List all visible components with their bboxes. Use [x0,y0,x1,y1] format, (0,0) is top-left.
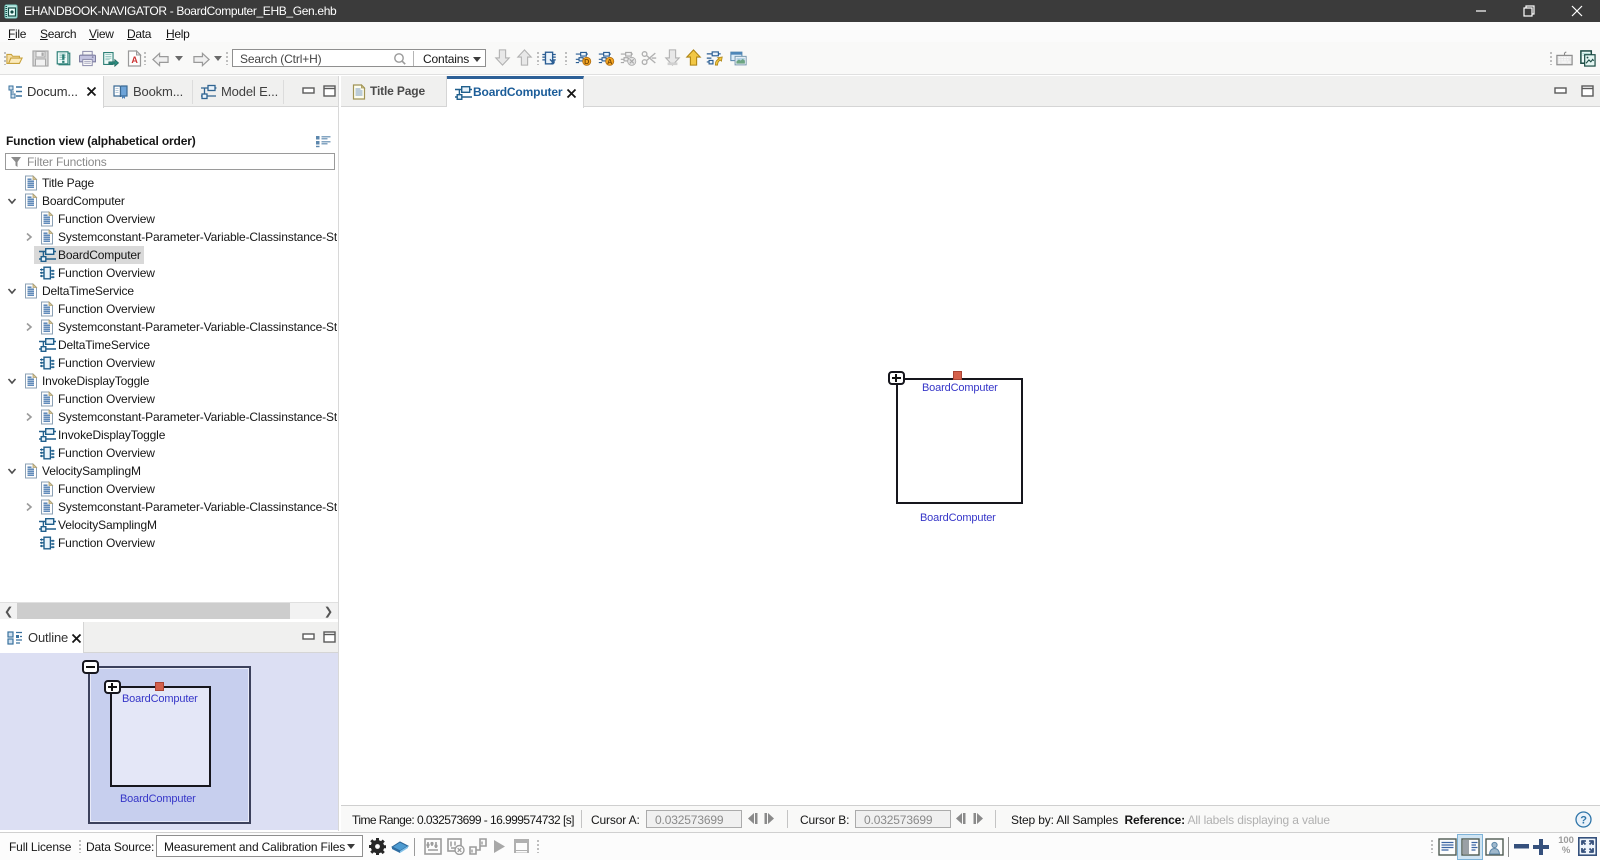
svg-text:A: A [131,55,138,65]
svg-text:A: A [607,57,613,66]
svg-text:D: D [584,57,589,66]
svg-text:?: ? [1580,815,1587,827]
